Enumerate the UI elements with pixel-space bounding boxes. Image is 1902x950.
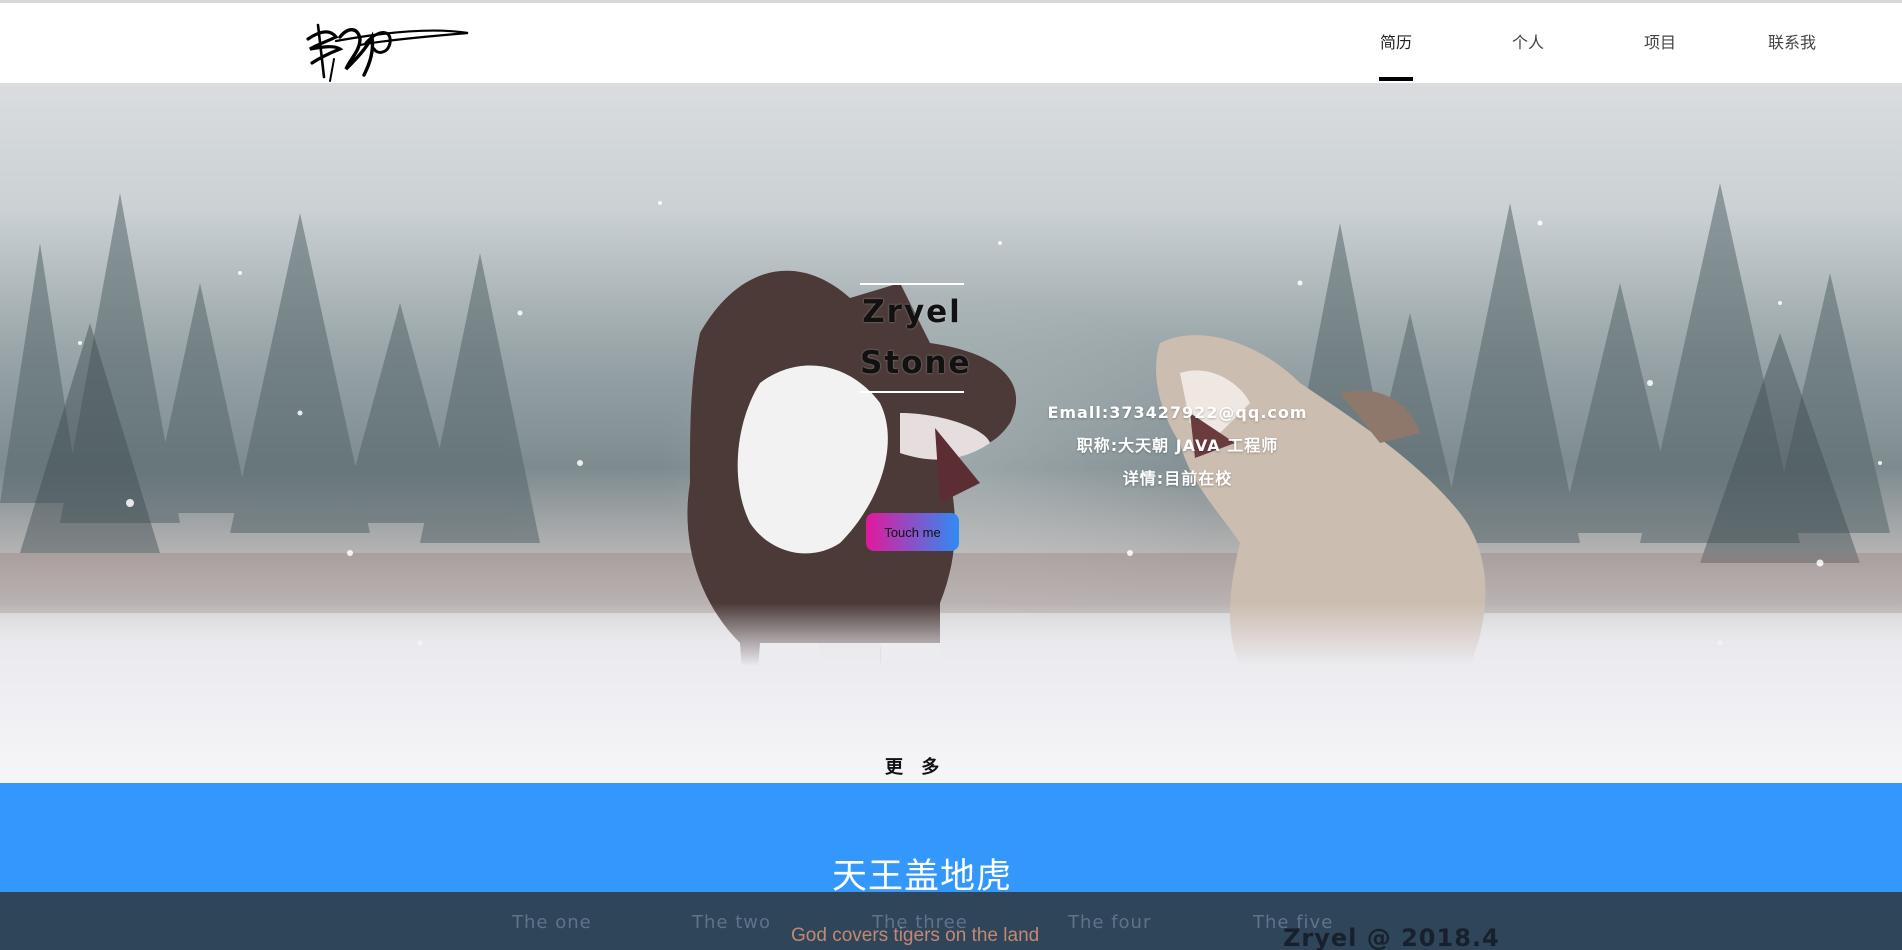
nav-item-projects[interactable]: 项目	[1594, 3, 1726, 83]
footer-tab-one[interactable]: The one	[512, 912, 692, 933]
footer-tab-four[interactable]: The four	[1068, 912, 1253, 933]
touch-me-button[interactable]: Touch me	[866, 513, 959, 551]
nav-item-contact[interactable]: 联系我	[1726, 3, 1858, 83]
main-nav: 简历 个人 项目 联系我	[1330, 3, 1858, 83]
nav-item-label: 个人	[1511, 33, 1544, 52]
nav-item-label: 联系我	[1767, 33, 1816, 52]
nav-item-resume[interactable]: 简历	[1330, 3, 1462, 83]
nav-item-label: 项目	[1643, 33, 1676, 52]
page: 简历 个人 项目 联系我 Zryel Stone Emall:373427922…	[0, 0, 1902, 950]
more-link[interactable]: 更 多	[885, 753, 945, 779]
signature-logo[interactable]	[300, 19, 475, 85]
name-line-first: Zryel	[862, 294, 962, 330]
nav-item-personal[interactable]: 个人	[1462, 3, 1594, 83]
top-nav-bar: 简历 个人 项目 联系我	[0, 0, 1902, 83]
hero-banner: Zryel Stone Emall:373427922@qq.com 职称:大天…	[0, 83, 1902, 783]
email-text: Emall:373427922@qq.com	[1047, 403, 1308, 422]
hero-name: Zryel Stone	[860, 283, 972, 393]
job-title-text: 职称:大天朝 JAVA 工程师	[1076, 436, 1279, 455]
active-underline	[1379, 77, 1413, 81]
name-line-last: Stone	[860, 345, 972, 381]
nav-item-label: 简历	[1379, 33, 1412, 52]
snowfield	[0, 603, 1902, 783]
hero-info: Emall:373427922@qq.com 职称:大天朝 JAVA 工程师 详…	[1040, 396, 1315, 495]
detail-text: 详情:目前在校	[1122, 469, 1233, 488]
copyright-text: Zryel @ 2018.4	[1283, 924, 1500, 950]
motto-subtitle: God covers tigers on the land	[791, 925, 1040, 946]
